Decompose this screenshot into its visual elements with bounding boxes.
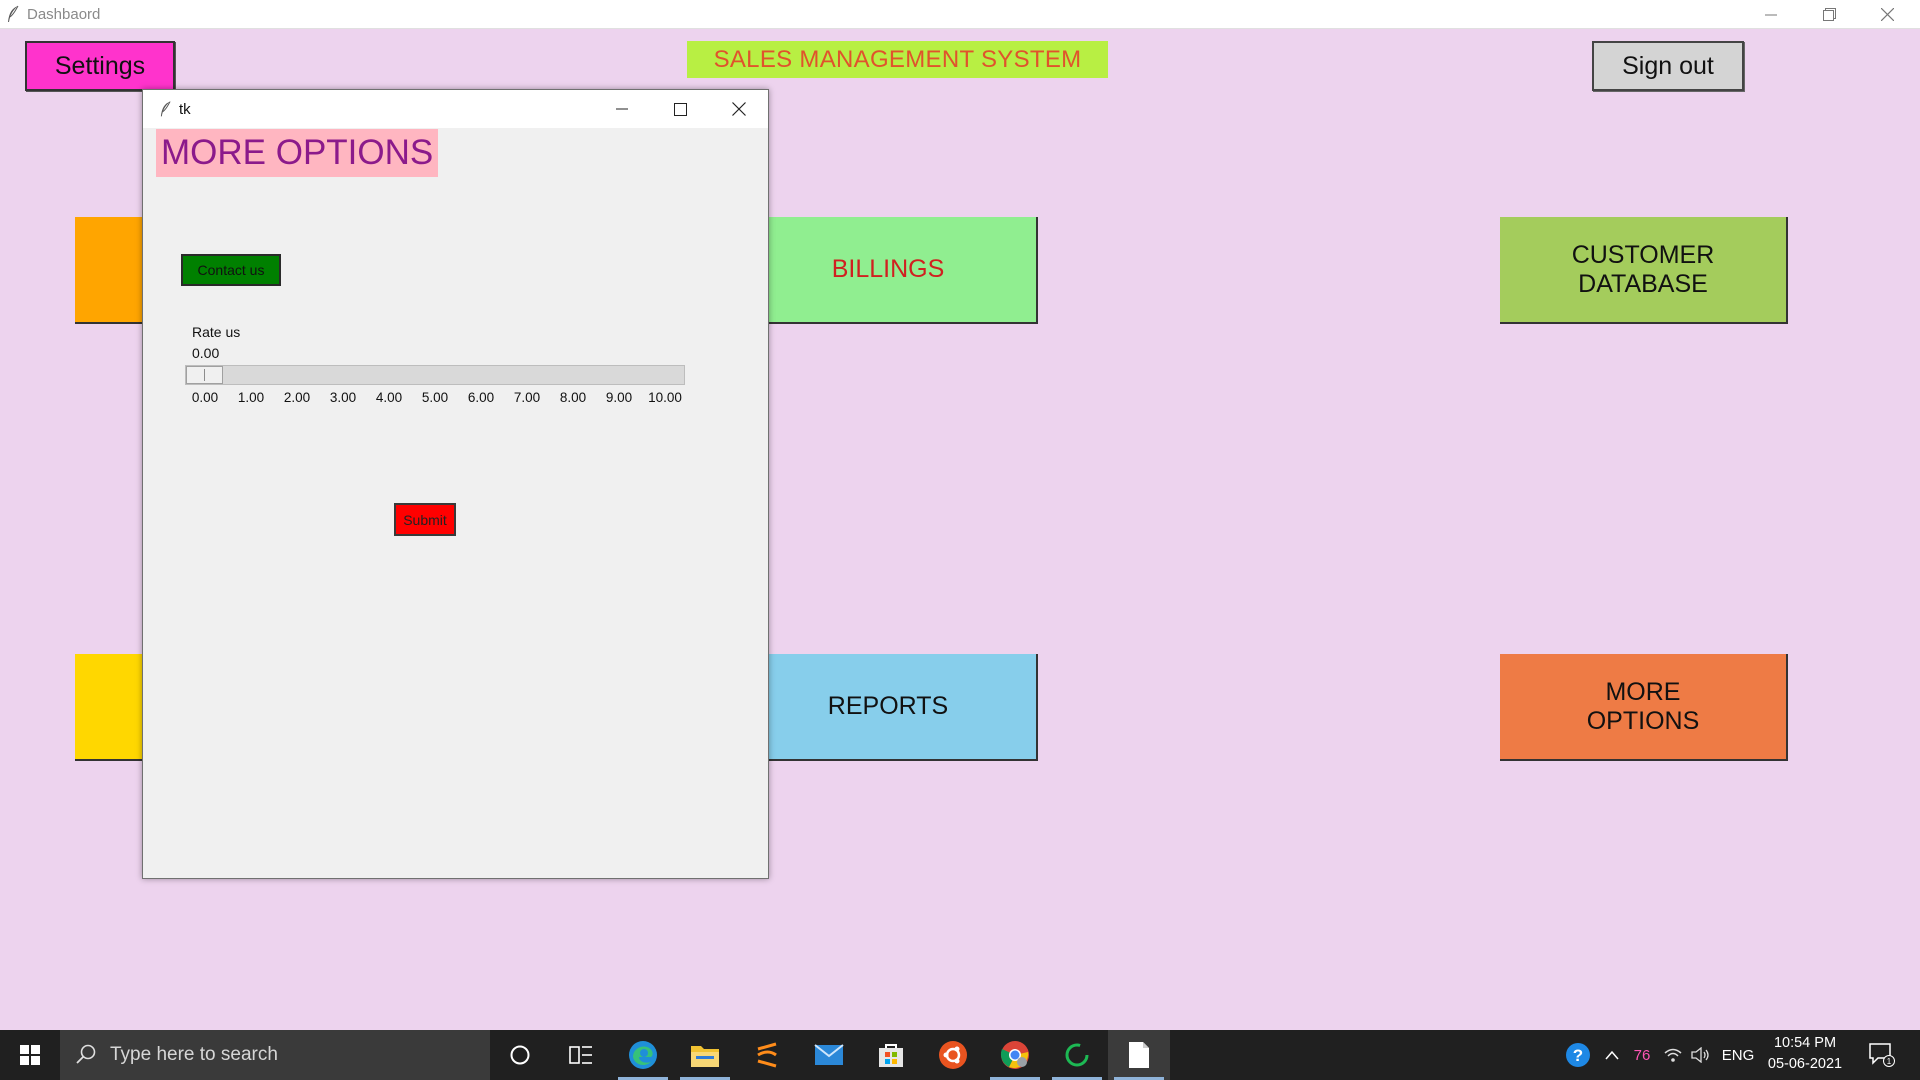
reports-button[interactable]: REPORTS [740,654,1038,761]
contact-us-button[interactable]: Contact us [181,254,281,286]
more-options-heading: MORE OPTIONS [156,129,439,177]
slider-tick-label: 3.00 [329,390,357,405]
tk-feather-icon [160,101,171,117]
chrome-icon [1000,1041,1029,1069]
minimize-icon [616,108,628,110]
task-view-icon [569,1046,592,1064]
tk-feather-icon [8,5,19,22]
customer-label-line1: CUSTOMER [1571,240,1715,269]
notepad-icon [1129,1042,1149,1068]
store-icon [879,1044,903,1067]
language-indicator[interactable]: ENG [1718,1030,1758,1080]
chevron-up-icon [1605,1050,1619,1060]
slider-tick-label: 5.00 [421,390,449,405]
restore-icon [1822,8,1836,21]
cortana-icon [510,1045,530,1065]
slider-tick-label: 2.00 [283,390,311,405]
show-hidden-icons-button[interactable] [1600,1030,1624,1080]
billings-button[interactable]: BILLINGS [740,217,1038,324]
notification-count: 1 [1887,1057,1892,1066]
rating-slider[interactable] [185,365,685,385]
ubuntu-taskbar-button[interactable] [922,1030,984,1080]
sublime-icon [757,1042,777,1068]
slider-tick-label: 4.00 [375,390,403,405]
popup-minimize-button[interactable] [593,90,651,128]
popup-titlebar[interactable]: tk [143,90,768,128]
slider-tick-label: 7.00 [513,390,541,405]
rating-slider-thumb[interactable] [186,366,223,384]
ubuntu-icon [939,1041,967,1069]
slider-tick-label: 6.00 [467,390,495,405]
notifications-button[interactable]: 1 [1862,1030,1902,1080]
search-icon [76,1044,96,1064]
help-icon: ? [1566,1043,1590,1067]
windows-icon [20,1045,40,1065]
chrome-taskbar-button[interactable] [984,1030,1046,1080]
task-view-button[interactable] [550,1030,612,1080]
slider-tick-label: 1.00 [237,390,265,405]
rate-us-label: Rate us [192,324,241,340]
notification-icon: 1 [1869,1043,1895,1067]
popup-title: tk [179,101,191,118]
more-options-window: tk MORE OPTIONS Contact us Rate us 0.00 … [142,89,769,879]
minimize-icon [1765,14,1777,15]
speaker-icon [1691,1047,1709,1063]
slider-tick-label: 9.00 [605,390,633,405]
customer-database-label: CUSTOMER DATABASE [1572,241,1715,299]
billings-label: BILLINGS [831,255,945,283]
help-tray-button[interactable]: ? [1560,1030,1596,1080]
more-options-label: MORE OPTIONS [1587,678,1700,736]
wifi-icon [1664,1048,1682,1062]
edge-icon [629,1041,657,1069]
network-tray-button[interactable] [1660,1030,1686,1080]
popup-maximize-button[interactable] [651,90,709,128]
popup-close-button[interactable] [710,90,768,128]
sign-out-button[interactable]: Sign out [1592,41,1744,91]
slider-tick-label: 0.00 [191,390,219,405]
mail-taskbar-button[interactable] [798,1030,860,1080]
customer-database-button[interactable]: CUSTOMER DATABASE [1500,217,1788,324]
close-icon [732,102,746,116]
settings-button[interactable]: Settings [25,41,175,91]
volume-tray-button[interactable] [1688,1030,1714,1080]
search-placeholder: Type here to search [110,1044,278,1065]
spinner-app-icon [1065,1043,1089,1067]
taskbar-search-box[interactable]: Type here to search [60,1030,490,1080]
store-taskbar-button[interactable] [860,1030,922,1080]
more-label-line2: OPTIONS [1586,706,1700,735]
svg-text:?: ? [1573,1046,1583,1065]
rating-value: 0.00 [192,345,220,361]
slider-tick-label: 10.00 [648,390,682,405]
taskbar: Type here to search ? 76 ENG 10:54 PM 05… [0,1030,1920,1080]
minimize-button[interactable] [1742,0,1800,29]
spinner-app-taskbar-button[interactable] [1046,1030,1108,1080]
notepad-taskbar-button[interactable] [1108,1030,1170,1080]
start-button[interactable] [0,1030,60,1080]
more-options-button[interactable]: MORE OPTIONS [1500,654,1788,761]
reports-label: REPORTS [827,692,949,720]
customer-label-line2: DATABASE [1578,269,1708,298]
slider-tick-label: 8.00 [559,390,587,405]
restore-button[interactable] [1800,0,1858,29]
sublime-taskbar-button[interactable] [736,1030,798,1080]
maximize-icon [673,102,687,116]
main-window-title: Dashbaord [27,6,101,23]
clock-time: 10:54 PM [1773,1035,1837,1051]
file-explorer-icon [691,1046,719,1067]
close-icon [1880,8,1894,21]
app-title: SALES MANAGEMENT SYSTEM [687,41,1108,78]
mail-icon [814,1044,844,1065]
main-window-titlebar: Dashbaord [0,0,1920,29]
temperature-indicator[interactable]: 76 [1626,1030,1658,1080]
close-button[interactable] [1858,0,1916,29]
edge-taskbar-button[interactable] [612,1030,674,1080]
submit-button[interactable]: Submit [394,503,456,536]
cortana-button[interactable] [489,1030,551,1080]
more-label-line1: MORE [1605,677,1681,706]
taskbar-clock[interactable]: 10:54 PM 05-06-2021 [1760,1033,1850,1075]
file-explorer-taskbar-button[interactable] [674,1030,736,1080]
clock-date: 05-06-2021 [1767,1056,1843,1072]
slider-grip [204,369,205,381]
